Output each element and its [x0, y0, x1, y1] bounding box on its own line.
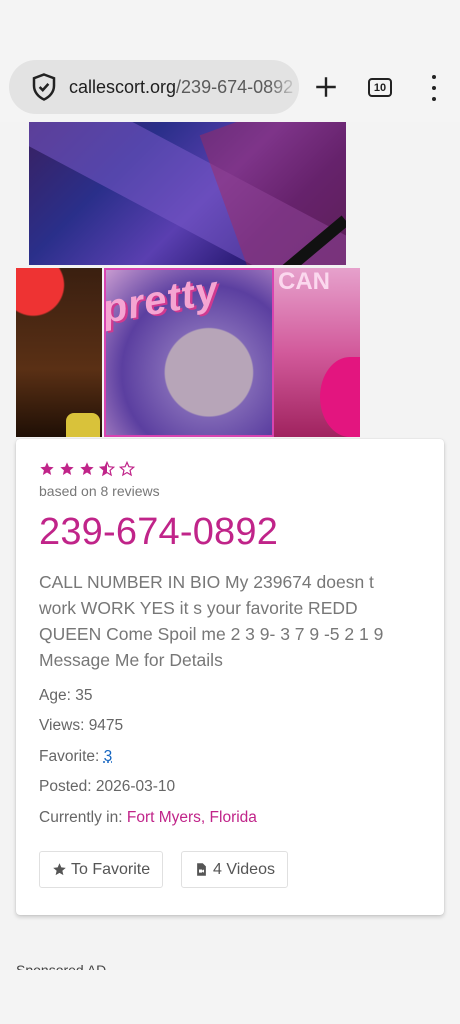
- rating-stars: [39, 461, 135, 477]
- favorite-count-link[interactable]: 3: [104, 748, 113, 765]
- views-row: Views: 9475: [39, 717, 123, 735]
- favorite-row: Favorite: 3: [39, 748, 112, 766]
- main-photo[interactable]: [29, 122, 346, 265]
- star-empty-icon: [119, 461, 135, 477]
- star-half-icon: [99, 461, 115, 477]
- status-bar: [0, 0, 460, 58]
- thumbnail-2[interactable]: pretty: [104, 268, 274, 437]
- url-text: callescort.org/239-674-0892: [69, 77, 293, 98]
- views-label: Views:: [39, 717, 85, 734]
- views-value: 9475: [88, 717, 124, 734]
- menu-icon[interactable]: [424, 75, 444, 101]
- tab-count: 10: [373, 81, 387, 94]
- thumbnail-strip: pretty CAN: [16, 268, 360, 437]
- thumbnail-3[interactable]: CAN: [274, 268, 360, 437]
- shield-icon[interactable]: [29, 72, 59, 102]
- navigation-bar: [0, 970, 460, 1024]
- posted-row: Posted: 2026-03-10: [39, 778, 175, 796]
- phone-number[interactable]: 239-674-0892: [39, 511, 278, 554]
- browser-toolbar: callescort.org/239-674-0892 10: [0, 58, 460, 122]
- location-label: Currently in:: [39, 809, 123, 826]
- thumbnail-1[interactable]: [16, 268, 102, 437]
- star-icon: [53, 863, 66, 876]
- location-link[interactable]: Fort Myers, Florida: [127, 809, 257, 826]
- web-page: pretty CAN based on 8 reviews 239-674-08…: [0, 122, 460, 970]
- url-fade: [269, 60, 299, 114]
- reviews-count: based on 8 reviews: [39, 483, 160, 499]
- favorite-label: Favorite:: [39, 748, 100, 765]
- star-full-icon: [80, 462, 94, 475]
- listing-description: CALL NUMBER IN BIO My 239674 doesn t wor…: [39, 572, 384, 670]
- to-favorite-button[interactable]: To Favorite: [39, 851, 164, 888]
- url-host: callescort.org: [69, 76, 177, 97]
- video-file-icon: [197, 863, 206, 876]
- location-row: Currently in: Fort Myers, Florida: [39, 809, 257, 827]
- to-favorite-label: To Favorite: [71, 860, 151, 878]
- age-label: Age:: [39, 687, 71, 704]
- star-full-icon: [40, 462, 54, 475]
- plus-icon[interactable]: [313, 74, 339, 100]
- age-row: Age: 35: [39, 687, 92, 705]
- posted-value: 2026-03-10: [95, 778, 176, 795]
- listing-card: based on 8 reviews 239-674-0892 CALL NUM…: [16, 439, 444, 915]
- posted-label: Posted:: [39, 778, 92, 795]
- age-value: 35: [75, 687, 93, 704]
- sponsored-heading: Sponsored AD: [16, 962, 107, 970]
- address-bar[interactable]: callescort.org/239-674-0892: [9, 60, 299, 114]
- videos-label: 4 Videos: [213, 860, 275, 878]
- star-full-icon: [60, 462, 74, 475]
- tabs-icon[interactable]: 10: [368, 78, 392, 97]
- videos-button[interactable]: 4 Videos: [181, 851, 288, 888]
